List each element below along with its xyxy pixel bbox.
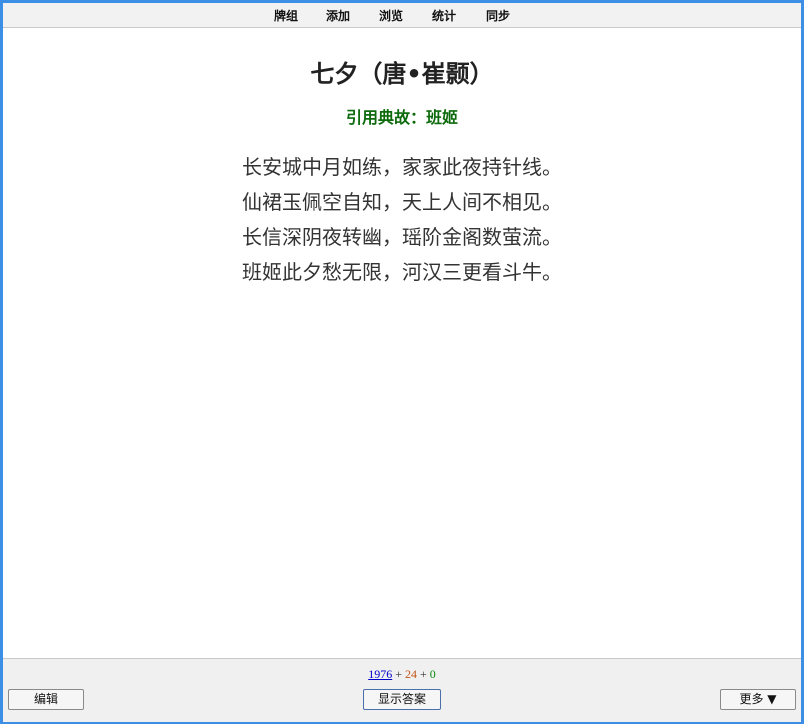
count-separator: + <box>417 667 430 681</box>
toolbar-sync[interactable]: 同步 <box>486 7 510 24</box>
bottom-bar: 1976 + 24 + 0 编辑 显示答案 更多 ▼ <box>3 658 801 722</box>
toolbar-add[interactable]: 添加 <box>326 7 350 24</box>
learning-count: 24 <box>405 667 417 681</box>
new-count[interactable]: 1976 <box>368 667 392 681</box>
card-content: 七夕（唐•崔颢） 引用典故：班姬 长安城中月如练，家家此夜持针线。 仙裙玉佩空自… <box>3 28 801 658</box>
poem-title: 七夕（唐•崔颢） <box>310 60 494 88</box>
toolbar-decks[interactable]: 牌组 <box>274 7 298 24</box>
top-toolbar: 牌组 添加 浏览 统计 同步 <box>3 3 801 28</box>
poem-body: 长安城中月如练，家家此夜持针线。 仙裙玉佩空自知，天上人间不相见。 长信深阴夜转… <box>3 150 801 290</box>
count-separator: + <box>392 667 405 681</box>
toolbar-browse[interactable]: 浏览 <box>379 7 403 24</box>
poem-line: 长信深阴夜转幽，瑶阶金阁数萤流。 <box>242 225 562 249</box>
more-button[interactable]: 更多 ▼ <box>720 689 796 710</box>
edit-button[interactable]: 编辑 <box>8 689 84 710</box>
anki-reviewer-window: 牌组 添加 浏览 统计 同步 七夕（唐•崔颢） 引用典故：班姬 长安城中月如练，… <box>3 3 801 722</box>
due-counts: 1976 + 24 + 0 <box>3 667 801 682</box>
show-answer-button[interactable]: 显示答案 <box>363 689 441 710</box>
allusion-label: 引用典故：班姬 <box>345 108 458 127</box>
toolbar-stats[interactable]: 统计 <box>432 7 456 24</box>
poem-line: 长安城中月如练，家家此夜持针线。 <box>242 155 562 179</box>
poem-line: 班姬此夕愁无限，河汉三更看斗牛。 <box>242 260 562 284</box>
poem-line: 仙裙玉佩空自知，天上人间不相见。 <box>242 190 562 214</box>
review-count: 0 <box>429 667 436 681</box>
